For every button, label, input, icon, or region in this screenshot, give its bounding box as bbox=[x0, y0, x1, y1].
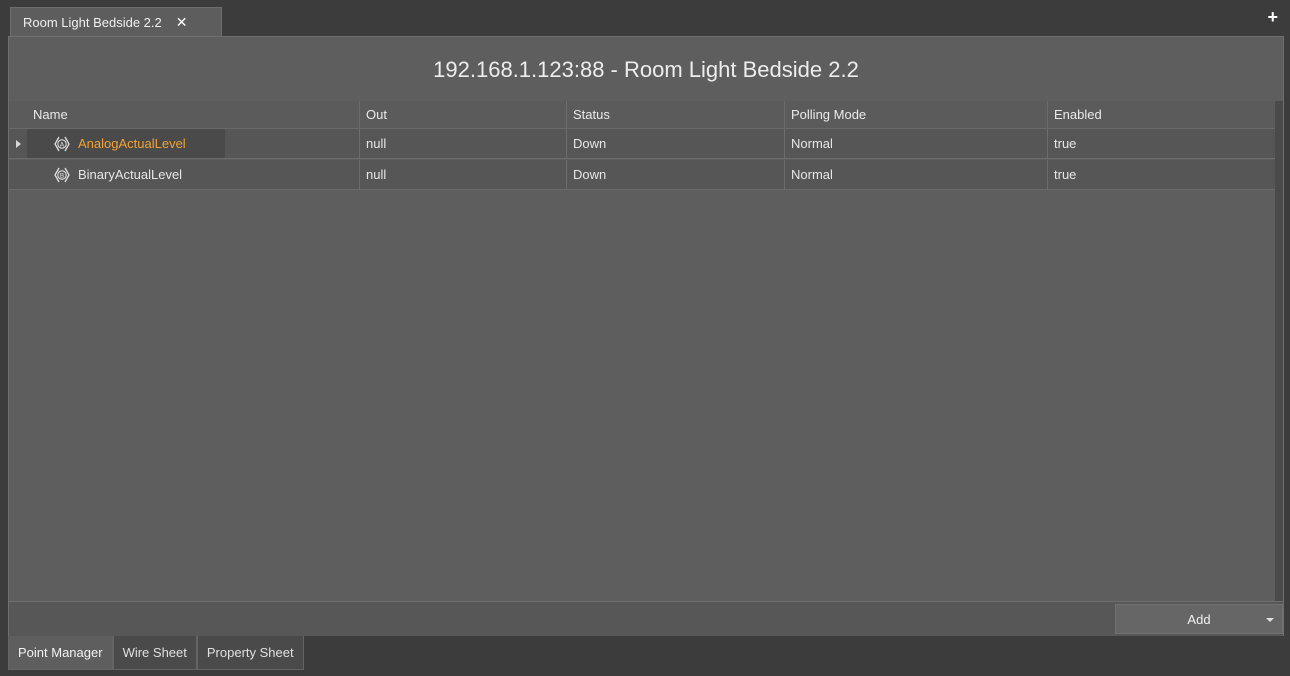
tab-strip: Room Light Bedside 2.2 ✕ + bbox=[0, 0, 1290, 36]
vertical-scrollbar[interactable] bbox=[1275, 101, 1283, 601]
column-header-status[interactable]: Status bbox=[567, 101, 785, 128]
point-name: BinaryActualLevel bbox=[78, 167, 183, 182]
svg-text:B: B bbox=[60, 171, 64, 179]
binary-point-icon: B bbox=[53, 166, 71, 184]
enabled-cell: true bbox=[1054, 167, 1077, 182]
chevron-down-icon[interactable] bbox=[1266, 618, 1274, 622]
name-selection: A AnalogActualLevel bbox=[27, 129, 225, 158]
app-window: Room Light Bedside 2.2 ✕ + 192.168.1.123… bbox=[0, 0, 1290, 676]
column-header-enabled[interactable]: Enabled bbox=[1048, 101, 1275, 128]
close-icon[interactable]: ✕ bbox=[176, 14, 188, 31]
name-content: B BinaryActualLevel bbox=[27, 160, 225, 189]
name-cell[interactable]: A AnalogActualLevel bbox=[27, 129, 360, 158]
table-header-row: Name Out Status Polling Mode Enabled bbox=[9, 101, 1275, 129]
point-name: AnalogActualLevel bbox=[78, 136, 186, 151]
page-title: 192.168.1.123:88 - Room Light Bedside 2.… bbox=[9, 37, 1283, 104]
caret-right-icon bbox=[15, 139, 21, 148]
tab-room-light-bedside[interactable]: Room Light Bedside 2.2 ✕ bbox=[10, 7, 222, 36]
add-button-label: Add bbox=[1187, 611, 1211, 627]
tab-point-manager[interactable]: Point Manager bbox=[8, 636, 113, 670]
row-indicator-arrow bbox=[9, 129, 27, 158]
polling-mode-cell: Normal bbox=[785, 129, 1048, 158]
action-toolbar: Add bbox=[9, 601, 1283, 636]
row-indicator bbox=[9, 160, 27, 189]
out-cell: null bbox=[360, 129, 567, 158]
out-cell: null bbox=[360, 160, 567, 189]
column-header-name[interactable]: Name bbox=[27, 101, 360, 128]
name-cell[interactable]: B BinaryActualLevel bbox=[27, 160, 360, 189]
row-indicator-header bbox=[9, 101, 27, 128]
analog-point-icon: A bbox=[53, 135, 71, 153]
status-cell: Down bbox=[567, 160, 785, 189]
polling-mode-cell: Normal bbox=[785, 160, 1048, 189]
point-manager-panel: 192.168.1.123:88 - Room Light Bedside 2.… bbox=[8, 36, 1284, 636]
column-header-polling-mode[interactable]: Polling Mode bbox=[785, 101, 1048, 128]
add-button[interactable]: Add bbox=[1115, 604, 1283, 634]
add-tab-icon[interactable]: + bbox=[1267, 8, 1278, 26]
view-tabs: Point Manager Wire Sheet Property Sheet bbox=[8, 636, 304, 670]
column-header-out[interactable]: Out bbox=[360, 101, 567, 128]
tab-property-sheet[interactable]: Property Sheet bbox=[196, 636, 304, 670]
tab-title: Room Light Bedside 2.2 bbox=[23, 14, 162, 30]
points-table: Name Out Status Polling Mode Enabled A A… bbox=[9, 101, 1275, 601]
status-cell: Down bbox=[567, 129, 785, 158]
table-row[interactable]: A AnalogActualLevel null Down Normal tru… bbox=[9, 129, 1275, 159]
enabled-cell: true bbox=[1054, 136, 1077, 151]
tab-wire-sheet[interactable]: Wire Sheet bbox=[112, 636, 197, 670]
svg-text:A: A bbox=[60, 140, 65, 148]
table-row[interactable]: B BinaryActualLevel null Down Normal tru… bbox=[9, 160, 1275, 190]
